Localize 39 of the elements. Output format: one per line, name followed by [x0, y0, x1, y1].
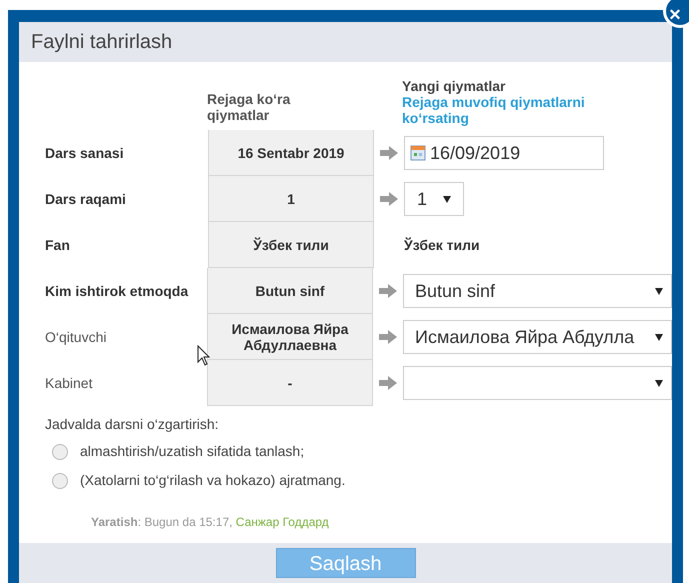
field-label: Dars raqami: [44, 190, 127, 209]
plan-value-cell: 1: [208, 176, 374, 222]
radio-button[interactable]: [52, 472, 68, 488]
lesson-number-select[interactable]: 1: [404, 182, 464, 216]
plan-value-cell: Ўзбек тили: [208, 222, 374, 268]
subject-value: Ўзбек тили: [404, 236, 480, 254]
arrow-right-icon: [378, 284, 398, 298]
field-label: Fan: [44, 236, 71, 254]
plan-value-cell: Butun sinf: [207, 268, 373, 314]
change-label: Jadvalda darsni o‘zgartirish:: [45, 415, 220, 434]
dialog-title: Faylni tahrirlash: [31, 30, 172, 55]
radio-label: almashtirish/uzatish sifatida tanlash;: [80, 442, 304, 461]
column-heading: Rejaga ko‘ra qiymatlar: [207, 91, 292, 123]
arrow-right-icon: [378, 330, 398, 344]
dropdown-select[interactable]: Исмаилова Яйра Абдулла: [403, 320, 672, 354]
dropdown-caret-icon: [655, 288, 663, 294]
dropdown-caret-icon: [443, 196, 451, 202]
field-label: Kabinet: [44, 374, 94, 392]
dropdown-select[interactable]: Butun sinf: [403, 274, 672, 308]
field-label: O‘qituvchi: [44, 328, 108, 347]
created-info: Yaratish: Bugun da 15:17, Санжар Годдард: [90, 514, 330, 531]
date-input-field[interactable]: 16/09/2019: [404, 136, 604, 170]
plan-value-cell: Исмаилова Яйра Абдуллаевна: [207, 314, 373, 360]
arrow-right-icon: [379, 146, 399, 160]
field-label: Dars sanasi: [44, 144, 125, 162]
field-label: Kim ishtirok etmoqda: [44, 282, 190, 301]
dropdown-caret-icon: [655, 380, 663, 386]
dropdown-caret-icon: [655, 334, 663, 340]
arrow-right-icon: [378, 376, 398, 390]
plan-value-cell: 16 Sentabr 2019: [208, 130, 374, 176]
radio-button[interactable]: [52, 444, 68, 460]
close-button[interactable]: ×: [663, 0, 689, 28]
column-heading: Yangi qiymatlar: [402, 78, 506, 94]
radio-label: (Xatolarni to‘g‘rilash va hokazo) ajratmang.: [80, 471, 346, 490]
plan-value-cell: -: [207, 360, 373, 406]
dropdown-select[interactable]: [403, 366, 672, 400]
mouse-pointer-icon: [197, 345, 211, 367]
calendar-icon: [410, 145, 426, 161]
arrow-right-icon: [379, 192, 399, 206]
